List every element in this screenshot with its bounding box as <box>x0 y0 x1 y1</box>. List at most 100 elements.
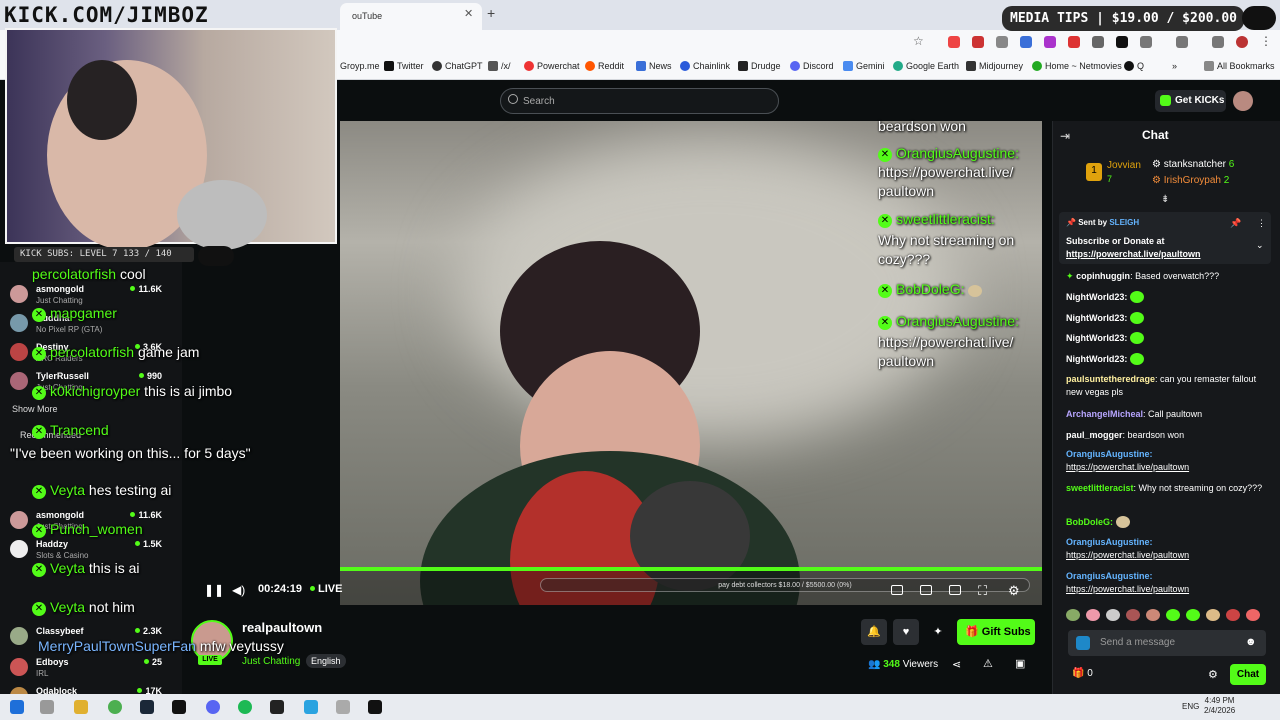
settings-gear-icon[interactable]: ⚙ <box>1008 583 1020 599</box>
media-control-icon[interactable] <box>1176 36 1188 48</box>
sidebar-channel[interactable]: Odablock 17K <box>10 684 180 694</box>
bookmark-item[interactable]: Home ~ Netmovies <box>1032 61 1122 71</box>
chevron-down-icon[interactable]: ⌄ <box>1256 240 1264 251</box>
chat-link[interactable]: https://powerchat.live/paultown <box>1066 550 1189 560</box>
chat-send-button[interactable]: Chat <box>1230 664 1266 685</box>
chat-message-input[interactable]: Send a message <box>1068 630 1266 656</box>
expand-leaderboard-icon[interactable]: ⇟ <box>1161 194 1169 205</box>
extension-icon[interactable] <box>1092 36 1104 48</box>
app-icon[interactable] <box>270 700 284 714</box>
terminal-icon[interactable] <box>172 700 186 714</box>
spotify-icon[interactable] <box>238 700 252 714</box>
chat-link[interactable]: https://powerchat.live/paultown <box>1066 584 1189 594</box>
collapse-chat-icon[interactable]: ⇥ <box>1060 129 1070 143</box>
bookmark-item[interactable]: Chainlink <box>680 61 730 71</box>
theater-mode-icon[interactable] <box>949 585 961 595</box>
leaderboard-user[interactable]: Jovvian <box>1107 160 1141 171</box>
pause-icon[interactable]: ❚❚ <box>204 583 224 597</box>
clip-icon[interactable] <box>920 585 932 595</box>
stream-language-tag[interactable]: English <box>306 654 346 668</box>
chat-settings-gear-icon[interactable]: ⚙ <box>1208 668 1218 681</box>
bookmark-item[interactable]: Drudge <box>738 61 781 71</box>
all-bookmarks[interactable]: All Bookmarks <box>1204 61 1275 71</box>
start-windows-icon[interactable] <box>10 700 24 714</box>
puzzle-icon[interactable] <box>1140 36 1152 48</box>
browser-tab-active[interactable]: ouTube <box>340 3 482 30</box>
discord-icon[interactable] <box>206 700 220 714</box>
bookmark-item[interactable]: /x/ <box>488 61 511 71</box>
emote-icon[interactable] <box>1086 609 1100 621</box>
pinned-menu-icon[interactable]: ⋮ <box>1257 218 1266 229</box>
app-icon[interactable] <box>336 700 350 714</box>
emote-icon[interactable] <box>1166 609 1180 621</box>
notification-bell-icon[interactable]: 🔔 <box>861 619 887 645</box>
tab-close-icon[interactable]: ✕ <box>464 7 473 20</box>
bookmark-item[interactable]: Discord <box>790 61 834 71</box>
bookmark-star-icon[interactable]: ☆ <box>913 34 924 48</box>
bookmark-item[interactable]: Q <box>1124 61 1144 71</box>
emote-icon[interactable] <box>1226 609 1240 621</box>
bookmark-item[interactable]: Gemini <box>843 61 885 71</box>
share-icon[interactable]: ⋖ <box>952 658 961 671</box>
chrome-icon[interactable] <box>108 700 122 714</box>
extension-icon[interactable] <box>1068 36 1080 48</box>
pinned-link[interactable]: https://powerchat.live/paultown <box>1066 249 1201 259</box>
bookmark-item[interactable]: Twitter <box>384 61 424 71</box>
streamer-name[interactable]: realpaultown <box>242 620 322 635</box>
emote-icon[interactable] <box>1146 609 1160 621</box>
bookmark-item[interactable]: Groyp.me <box>340 61 380 71</box>
extension-icon[interactable] <box>1044 36 1056 48</box>
language-indicator[interactable]: ENG <box>1182 702 1199 711</box>
user-avatar[interactable] <box>1233 91 1253 111</box>
extension-icon[interactable] <box>1020 36 1032 48</box>
emote-icon[interactable] <box>1246 609 1260 621</box>
volume-icon[interactable]: ◀) <box>232 583 245 597</box>
extension-icon[interactable] <box>972 36 984 48</box>
follow-heart-icon[interactable]: ♥ <box>893 619 919 645</box>
unpin-icon[interactable]: 📌 <box>1230 218 1241 229</box>
bookmark-item[interactable]: Midjourney <box>966 61 1023 71</box>
extension-icon[interactable] <box>948 36 960 48</box>
menu-list-icon[interactable] <box>1212 36 1224 48</box>
bookmark-item[interactable]: News <box>636 61 672 71</box>
report-warning-icon[interactable]: ⚠ <box>983 657 993 670</box>
new-tab-icon[interactable]: + <box>487 5 495 21</box>
bookmark-item[interactable]: Powerchat <box>524 61 580 71</box>
emote-icon[interactable] <box>1106 609 1120 621</box>
stream-category[interactable]: Just Chatting <box>242 656 300 667</box>
gift-subs-button[interactable]: 🎁 Gift Subs <box>957 619 1035 645</box>
file-explorer-icon[interactable] <box>74 700 88 714</box>
bookmark-item[interactable]: Google Earth <box>893 61 959 71</box>
kebab-menu-icon[interactable]: ⋮ <box>1260 34 1272 48</box>
bookmark-item[interactable]: ChatGPT <box>432 61 483 71</box>
telegram-icon[interactable] <box>304 700 318 714</box>
bookmark-item[interactable]: Reddit <box>585 61 624 71</box>
show-more-link[interactable]: Show More <box>12 404 58 414</box>
bookmarks-overflow-icon[interactable]: » <box>1172 61 1177 71</box>
chat-link[interactable]: https://powerchat.live/paultown <box>1066 462 1189 472</box>
emote-icon[interactable] <box>1206 609 1220 621</box>
leaderboard-user[interactable]: ⚙ IrishGroypah 2 <box>1152 175 1229 186</box>
user-card-icon[interactable]: ▣ <box>1015 657 1025 670</box>
fullscreen-icon[interactable]: ⛶ <box>978 583 987 599</box>
x-extension-icon[interactable] <box>1116 36 1128 48</box>
video-player[interactable] <box>340 121 1042 605</box>
steam-icon[interactable] <box>140 700 154 714</box>
emote-icon <box>968 285 983 297</box>
sidebar-channel[interactable]: Edboys IRL 25 <box>10 655 180 684</box>
app-icon[interactable] <box>368 700 382 714</box>
leaderboard-user[interactable]: ⚙ stanksnatcher 6 <box>1152 159 1234 170</box>
kicks-balance[interactable]: 🎁 0 <box>1072 668 1093 679</box>
emote-icon[interactable] <box>1186 609 1200 621</box>
search-input[interactable]: Search <box>500 88 779 114</box>
task-view-icon[interactable] <box>40 700 54 714</box>
emote-icon[interactable] <box>1066 609 1080 621</box>
overlay-logo-icon <box>1242 6 1276 30</box>
extension-icon[interactable] <box>996 36 1008 48</box>
system-clock[interactable]: 4:49 PM 2/4/2026 <box>1204 696 1235 716</box>
miniplayer-icon[interactable] <box>891 585 903 595</box>
emote-icon[interactable] <box>1126 609 1140 621</box>
sparkle-icon[interactable]: ✦ <box>925 619 951 645</box>
emoji-picker-icon[interactable]: ☻ <box>1245 636 1257 648</box>
profile-icon[interactable] <box>1236 36 1248 48</box>
